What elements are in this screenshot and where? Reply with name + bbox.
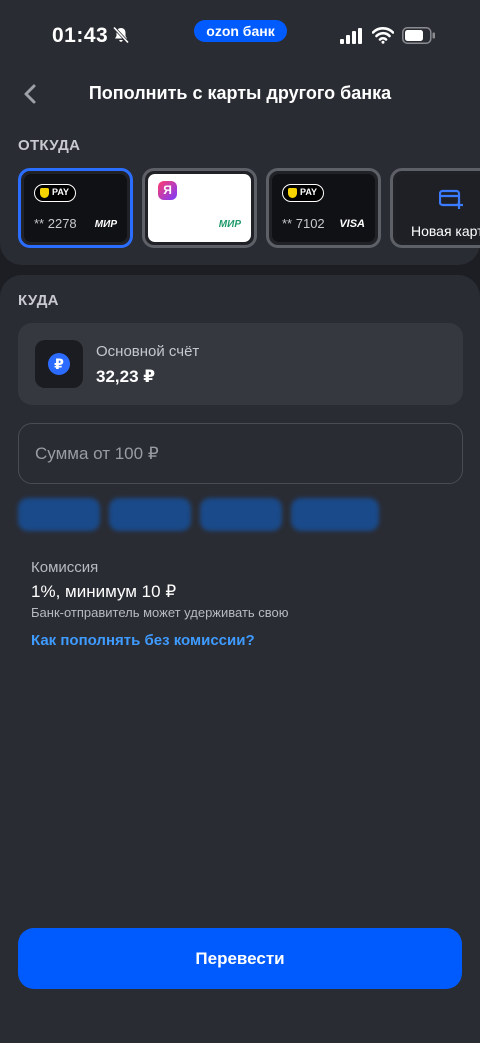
signal-icon — [340, 28, 362, 44]
source-card-7102[interactable]: PAY ** 7102 VISA — [266, 168, 381, 248]
account-icon: ₽ — [35, 340, 83, 388]
mir-logo: МИР — [94, 219, 117, 230]
source-card-yandex[interactable]: Я МИР — [142, 168, 257, 248]
wifi-icon — [372, 27, 394, 44]
battery-icon — [402, 27, 435, 44]
quick-amount-chip[interactable] — [109, 498, 191, 531]
to-section-label: КУДА — [18, 292, 59, 309]
page-title: Пополнить с карты другого банка — [88, 83, 392, 103]
shield-icon — [288, 188, 297, 198]
card-number: ** 2278 — [34, 216, 77, 231]
quick-amount-chip[interactable] — [200, 498, 282, 531]
no-commission-link[interactable]: Как пополнять без комиссии? — [31, 632, 255, 649]
shield-icon — [40, 188, 49, 198]
source-card-2278[interactable]: PAY ** 2278 МИР — [18, 168, 133, 248]
yandex-logo: Я — [158, 181, 177, 200]
add-card-icon — [439, 189, 463, 209]
pay-badge: PAY — [282, 184, 324, 202]
commission-value: 1%, минимум 10 ₽ — [31, 582, 177, 601]
status-bar: 01:43 ozon банк — [0, 0, 480, 70]
mir-logo: МИР — [218, 219, 241, 230]
card-number: ** 7102 — [282, 216, 325, 231]
quick-amount-chip[interactable] — [18, 498, 100, 531]
amount-input[interactable] — [19, 424, 462, 483]
brand-pill: ozon банк — [194, 20, 287, 42]
pay-badge: PAY — [34, 184, 76, 202]
quick-amount-chip[interactable] — [291, 498, 379, 531]
account-balance: 32,23 ₽ — [96, 367, 156, 386]
transfer-button[interactable]: Перевести — [18, 928, 462, 989]
new-card-label: Новая карта — [411, 223, 480, 239]
source-cards-carousel[interactable]: PAY ** 2278 МИР Я МИР PAY ** 7102 VISA Н… — [18, 168, 480, 248]
commission-note: Банк-отправитель может удерживать свою — [31, 605, 289, 620]
new-card-button[interactable]: Новая карта — [390, 168, 480, 248]
commission-label: Комиссия — [31, 559, 99, 576]
ruble-icon: ₽ — [48, 353, 70, 375]
account-name: Основной счёт — [96, 343, 200, 360]
from-section-label: ОТКУДА — [18, 137, 81, 154]
amount-field[interactable] — [18, 423, 463, 484]
destination-account[interactable]: ₽ Основной счёт 32,23 ₽ — [18, 323, 463, 405]
status-time: 01:43 — [52, 24, 109, 47]
visa-logo: VISA — [339, 218, 365, 230]
bell-muted-icon — [112, 26, 130, 44]
